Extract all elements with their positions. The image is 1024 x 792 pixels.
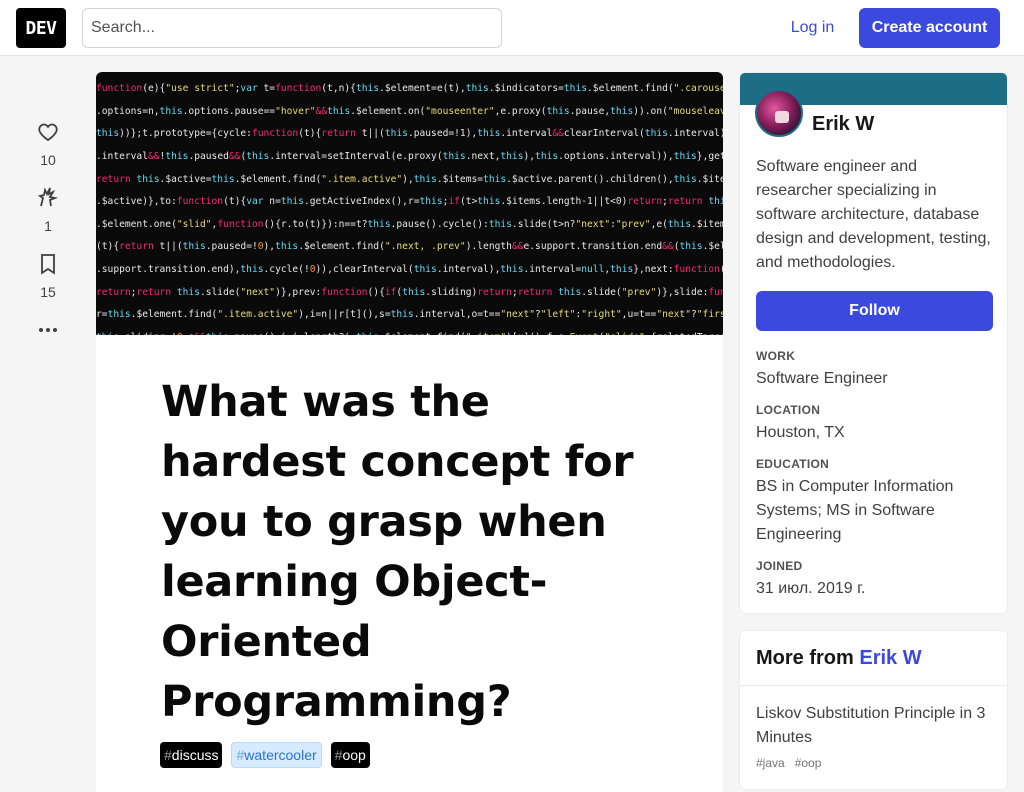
location-value: Houston, TX [756,424,845,441]
unicorn-icon [37,187,59,207]
heart-icon [38,123,58,142]
education-label: Education [756,457,830,471]
tag-watercooler[interactable]: # watercooler [231,742,322,768]
author-bio: Software engineer and researcher special… [756,158,991,271]
joined-label: Joined [756,559,803,573]
tag-hash: # [236,747,245,763]
article-card: function(e){"use strict";var t=function(… [96,72,723,792]
more-options-button[interactable] [16,318,80,342]
tag-discuss[interactable]: # discuss [160,742,223,768]
author-profile-card: Erik W Software engineer and researcher … [739,72,1008,614]
create-account-button[interactable]: Create account [859,8,1000,48]
author-name[interactable]: Erik W [812,113,874,136]
bookmark-reaction-button[interactable]: 15 [16,252,80,300]
bookmark-icon [41,254,55,275]
work-value: Software Engineer [756,370,888,387]
tag-hash: # [164,747,172,763]
tag-oop[interactable]: # oop [330,742,370,768]
search-input[interactable] [82,8,502,48]
unicorn-reaction-button[interactable]: 1 [16,186,80,234]
location-section: Location Houston, TX [756,403,996,445]
follow-button[interactable]: Follow [756,291,993,331]
bookmark-count: 15 [40,284,56,300]
reaction-sidebar: 10 1 15 [16,120,80,342]
education-section: Education BS in Computer Information Sys… [756,457,996,547]
more-from-prefix: More from [756,647,854,669]
tag-label: oop [342,747,366,763]
unicorn-count: 1 [44,218,52,234]
more-from-card: More from Erik W Liskov Substitution Pri… [739,630,1008,790]
more-from-article-tags: #java #oop [740,750,1007,776]
more-from-heading: More from Erik W [740,631,1007,686]
education-value: BS in Computer Information Systems; MS i… [756,478,954,543]
heart-reaction-button[interactable]: 10 [16,120,80,168]
tag-list: # discuss # watercooler # oop [160,742,370,768]
cover-image: function(e){"use strict";var t=function(… [96,72,723,335]
tag-label: discuss [171,747,219,763]
work-section: Work Software Engineer [756,349,996,391]
work-label: Work [756,349,796,363]
ellipsis-icon [39,328,57,332]
dev-logo[interactable]: DEV [16,8,66,48]
heart-count: 10 [40,152,56,168]
tag-label: watercooler [244,747,317,763]
tag-hash: # [334,747,343,763]
login-link[interactable]: Log in [774,8,851,48]
avatar[interactable] [755,89,803,137]
article-title: What was the hardest concept for you to … [161,377,634,727]
top-header: DEV Log in Create account [0,0,1024,56]
location-label: Location [756,403,821,417]
more-from-author-link[interactable]: Erik W [859,647,921,669]
joined-value: 31 июл. 2019 г. [756,580,866,597]
joined-section: Joined 31 июл. 2019 г. [756,559,996,601]
more-from-article-link[interactable]: Liskov Substitution Principle in 3 Minut… [740,686,1007,750]
